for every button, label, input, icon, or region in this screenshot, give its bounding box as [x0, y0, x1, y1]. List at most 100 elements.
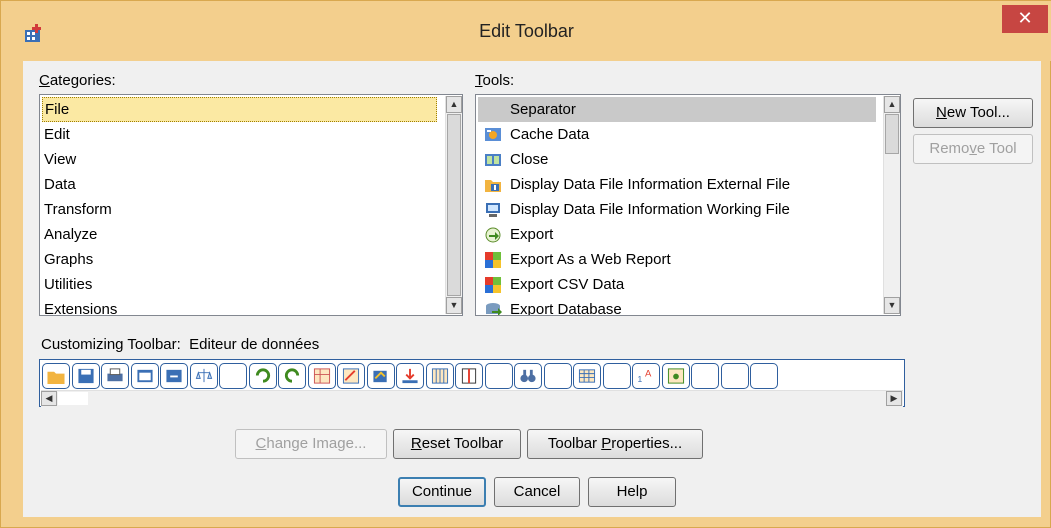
tool-item[interactable]: Export As a Web Report: [478, 247, 876, 272]
categories-scroll-thumb[interactable]: [447, 114, 461, 296]
toolbar-slot[interactable]: [160, 363, 188, 389]
toolbar-slot[interactable]: [455, 363, 483, 389]
toolbar-preview-scrollbar[interactable]: ◀ ▶: [41, 390, 903, 407]
toolbar-slot[interactable]: [130, 363, 159, 389]
toolbar-slot[interactable]: [425, 363, 454, 389]
toolbar-slot[interactable]: [514, 363, 542, 389]
toolbar-slot[interactable]: [71, 363, 100, 389]
category-item[interactable]: Analyze: [42, 222, 439, 247]
toolbar-slot[interactable]: [278, 363, 306, 389]
svg-text:1: 1: [637, 374, 642, 384]
grid-icon: [578, 369, 596, 383]
value-labels-icon: 1A: [637, 368, 652, 384]
save-icon: [77, 368, 94, 384]
toolbar-preview-scroll-thumb[interactable]: [58, 392, 88, 405]
toolbar-slot[interactable]: 1A: [632, 363, 660, 389]
dialog-recall-icon: [136, 369, 153, 383]
toolbar-slot[interactable]: [396, 363, 424, 389]
toolbar-slot[interactable]: [720, 363, 749, 389]
tool-item-label: Export As a Web Report: [510, 251, 671, 268]
print-icon: [107, 368, 123, 382]
change-image-button[interactable]: Change Image...: [235, 429, 387, 459]
toolbar-slot[interactable]: [661, 363, 690, 389]
goto-variable-icon: [313, 368, 330, 384]
tool-item[interactable]: Export: [478, 222, 876, 247]
remove-tool-button[interactable]: Remove Tool: [913, 134, 1033, 164]
toolbar-slot[interactable]: [219, 363, 247, 389]
scroll-down-arrow-icon[interactable]: ▼: [884, 297, 900, 314]
toolbar-slot[interactable]: [42, 363, 70, 389]
toolbar-slot[interactable]: [248, 363, 277, 389]
tools-scrollbar[interactable]: ▲ ▼: [883, 96, 900, 314]
category-item[interactable]: Transform: [42, 197, 439, 222]
scroll-down-arrow-icon[interactable]: ▼: [446, 297, 462, 314]
toolbar-slot[interactable]: [543, 363, 572, 389]
title-bar[interactable]: Edit Toolbar ✕: [1, 1, 1051, 61]
category-item[interactable]: Graphs: [42, 247, 439, 272]
scroll-left-arrow-icon[interactable]: ◀: [41, 391, 57, 406]
tool-item-label: Separator: [510, 101, 576, 118]
tool-item[interactable]: Display Data File Information External F…: [478, 172, 876, 197]
blank-icon: [607, 367, 627, 385]
edit-toolbar-dialog: Edit Toolbar ✕ Categories: File Edit View D…: [0, 0, 1051, 528]
customizing-toolbar-value: Editeur de données: [189, 336, 320, 353]
tool-item-label: Cache Data: [510, 126, 590, 143]
new-tool-button[interactable]: New Tool...: [913, 98, 1033, 128]
categories-scrollbar[interactable]: ▲ ▼: [445, 96, 462, 314]
toolbar-slot[interactable]: [189, 363, 218, 389]
toolbar-slot[interactable]: [101, 363, 129, 389]
weight-cases-icon: [195, 368, 212, 383]
toolbar-slot[interactable]: [337, 363, 365, 389]
dialog-title: Edit Toolbar: [479, 21, 574, 41]
toolbar-slot[interactable]: [573, 363, 601, 389]
blank-icon: [223, 367, 243, 385]
category-item[interactable]: File: [42, 97, 437, 122]
tool-item-label: Export CSV Data: [510, 276, 625, 293]
category-item[interactable]: Utilities: [42, 272, 439, 297]
blank-icon: [695, 367, 715, 385]
tools-label: Tools:: [475, 72, 515, 89]
toolbar-properties-button[interactable]: Toolbar Properties...: [527, 429, 703, 459]
tool-item[interactable]: Display Data File Information Working Fi…: [478, 197, 876, 222]
tool-item[interactable]: Cache Data: [478, 122, 876, 147]
csv-export-icon: [485, 277, 501, 293]
tool-item[interactable]: Close: [478, 147, 876, 172]
separator-icon: [484, 101, 502, 118]
category-item[interactable]: Extensions: [42, 297, 439, 315]
split-file-icon: [461, 368, 477, 384]
help-button[interactable]: Help: [588, 477, 676, 507]
dialog-body: Categories: File Edit View Data Transform Ana…: [23, 61, 1041, 517]
tool-item[interactable]: Export Database: [478, 297, 876, 316]
tools-scroll-thumb[interactable]: [885, 114, 899, 154]
scroll-right-arrow-icon[interactable]: ▶: [886, 391, 902, 406]
category-item[interactable]: Edit: [42, 122, 439, 147]
tool-item[interactable]: Export CSV Data: [478, 272, 876, 297]
categories-listbox[interactable]: File Edit View Data Transform Analyze Graphs Ut…: [39, 94, 463, 316]
tool-item-label: Export Database: [510, 301, 622, 316]
insert-case-icon: [402, 368, 418, 384]
tools-listbox[interactable]: Separator Cache Data Close Display Data Fil…: [475, 94, 901, 316]
scroll-up-arrow-icon[interactable]: ▲: [884, 96, 900, 113]
variables-icon: [342, 368, 360, 384]
toolbar-preview[interactable]: 1A ◀ ▶: [39, 359, 905, 407]
close-button[interactable]: ✕: [1002, 5, 1048, 33]
toolbar-slot[interactable]: [691, 363, 719, 389]
reset-toolbar-button[interactable]: Reset Toolbar: [393, 429, 521, 459]
cache-data-icon: [485, 128, 501, 141]
toolbar-slot[interactable]: [750, 363, 778, 389]
toolbar-slot[interactable]: [484, 363, 513, 389]
customizing-toolbar-label: Customizing Toolbar: Editeur de données: [41, 336, 320, 353]
export-icon: [485, 227, 501, 243]
cancel-button[interactable]: Cancel: [494, 477, 580, 507]
category-item[interactable]: Data: [42, 172, 439, 197]
folder-info-icon: [485, 180, 501, 192]
toolbar-slot[interactable]: [307, 363, 336, 389]
tool-item-label: Display Data File Information External F…: [510, 176, 791, 193]
categories-label: Categories:: [39, 72, 116, 89]
category-item[interactable]: View: [42, 147, 439, 172]
tool-item[interactable]: Separator: [478, 97, 876, 122]
toolbar-slot[interactable]: [366, 363, 395, 389]
scroll-up-arrow-icon[interactable]: ▲: [446, 96, 462, 113]
toolbar-slot[interactable]: [602, 363, 631, 389]
continue-button[interactable]: Continue: [398, 477, 486, 507]
